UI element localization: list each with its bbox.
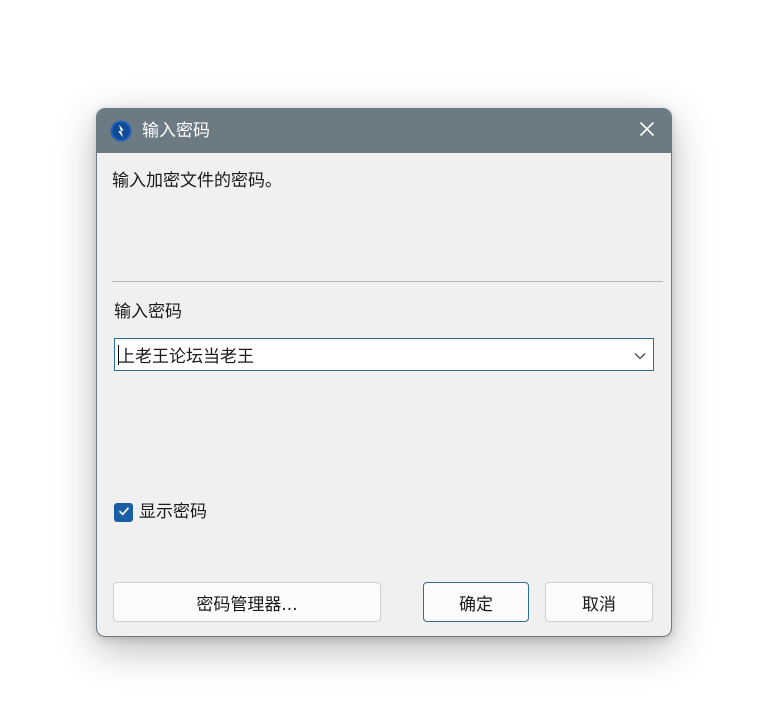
dialog-description: 输入加密文件的密码。 (112, 171, 282, 191)
show-password-checkbox[interactable] (114, 502, 133, 522)
bolt-icon (110, 120, 132, 142)
close-button[interactable] (633, 117, 661, 145)
show-password-label: 显示密码 (139, 502, 207, 522)
screen: 输入密码 输入加密文件的密码。 输入密码 上老王论坛当老王 显示密码 密码管理器… (0, 0, 758, 723)
password-label: 输入密码 (114, 302, 182, 322)
divider (112, 281, 663, 282)
show-password-option[interactable]: 显示密码 (114, 501, 207, 523)
checkmark-icon (117, 503, 131, 522)
password-input[interactable] (118, 342, 618, 367)
text-caret (118, 345, 119, 365)
ok-button[interactable]: 确定 (423, 582, 529, 622)
chevron-down-icon[interactable] (633, 348, 647, 362)
title-bar: 输入密码 (97, 109, 671, 153)
close-icon (639, 121, 655, 141)
cancel-button[interactable]: 取消 (545, 582, 653, 622)
password-manager-button[interactable]: 密码管理器... (113, 582, 381, 622)
password-combobox[interactable] (114, 338, 654, 371)
window-title: 输入密码 (142, 121, 210, 141)
password-dialog: 输入密码 输入加密文件的密码。 输入密码 上老王论坛当老王 显示密码 密码管理器… (96, 108, 672, 637)
